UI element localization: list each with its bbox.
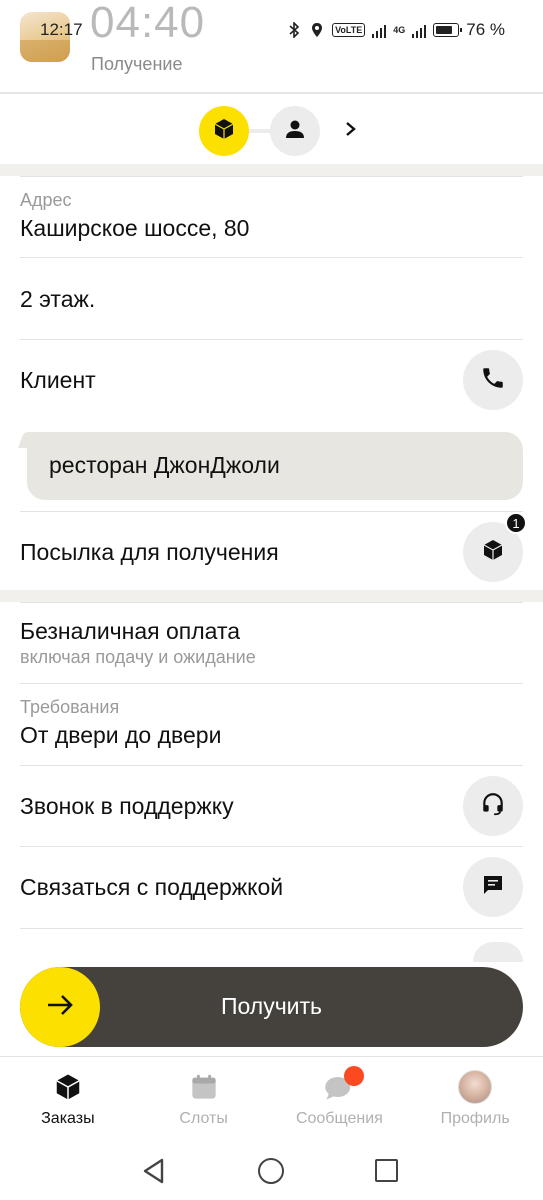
support-call-label: Звонок в поддержку xyxy=(20,793,234,819)
chat-icon xyxy=(481,873,505,902)
phone-icon xyxy=(480,365,506,396)
client-comment: ресторан ДжонДжоли xyxy=(49,452,280,478)
cargo-box-icon xyxy=(481,538,505,567)
status-time: 12:17 xyxy=(40,20,83,39)
avatar-wrap xyxy=(458,1070,493,1104)
client-row: Клиент xyxy=(20,350,523,410)
divider xyxy=(20,765,523,766)
location-icon xyxy=(309,22,325,38)
requirements-row: Требования От двери до двери xyxy=(20,697,523,749)
back-icon[interactable] xyxy=(142,1158,166,1189)
clock-overlay: 04:40 xyxy=(90,0,206,47)
nav-orders[interactable]: Заказы xyxy=(0,1064,136,1140)
support-call-button[interactable] xyxy=(463,776,523,836)
section-band xyxy=(0,164,543,176)
battery-icon xyxy=(433,23,463,37)
signal-icon-2 xyxy=(412,22,427,38)
battery-level: 76 % xyxy=(466,20,505,39)
divider xyxy=(0,1056,543,1057)
network-type: 4G xyxy=(393,25,406,35)
support-call-row[interactable]: Звонок в поддержку xyxy=(20,776,523,836)
address-label: Адрес xyxy=(20,190,72,210)
step-cargo[interactable] xyxy=(199,106,249,156)
support-chat-label: Связаться с поддержкой xyxy=(20,874,284,900)
nav-messages-label: Сообщения xyxy=(295,1110,383,1127)
client-comment-bubble: ресторан ДжонДжоли xyxy=(27,432,523,500)
address-value: Каширское шоссе, 80 xyxy=(20,215,250,241)
nav-profile[interactable]: Профиль xyxy=(407,1064,543,1140)
calendar-icon xyxy=(187,1070,221,1104)
divider xyxy=(20,257,523,258)
order-stepper xyxy=(0,104,543,158)
system-nav-bar xyxy=(0,1146,543,1196)
support-chat-button[interactable] xyxy=(463,857,523,917)
nav-messages[interactable]: Сообщения xyxy=(272,1064,408,1140)
bluetooth-icon xyxy=(286,22,302,38)
support-chat-row[interactable]: Связаться с поддержкой xyxy=(20,857,523,917)
call-client-button[interactable] xyxy=(463,350,523,410)
parcel-count-badge: 1 xyxy=(505,512,527,534)
payment-row: Безналичная оплата включая подачу и ожид… xyxy=(20,618,523,668)
nav-orders-label: Заказы xyxy=(41,1110,95,1127)
arrow-right-icon xyxy=(45,993,75,1022)
divider xyxy=(20,176,523,177)
bottom-nav: Заказы Слоты Сообщения Профиль xyxy=(0,1064,543,1140)
address-row[interactable]: Адрес Каширское шоссе, 80 xyxy=(20,190,523,242)
section-band xyxy=(0,590,543,602)
step-client[interactable] xyxy=(270,106,320,156)
unread-dot xyxy=(344,1066,365,1086)
signal-icon xyxy=(372,22,387,38)
cargo-box-icon xyxy=(212,117,236,146)
orders-icon xyxy=(51,1070,85,1104)
avatar xyxy=(458,1070,493,1104)
divider xyxy=(20,602,523,603)
floor-value: 2 этаж. xyxy=(20,286,96,312)
screen-subtitle: Получение xyxy=(91,54,183,74)
parcel-label: Посылка для получения xyxy=(20,539,279,565)
person-icon xyxy=(283,117,307,146)
recent-apps-icon[interactable] xyxy=(375,1159,398,1182)
divider xyxy=(20,683,523,684)
divider xyxy=(20,511,523,512)
receive-slider[interactable]: Получить xyxy=(20,967,523,1047)
messages-icon xyxy=(322,1066,365,1104)
divider xyxy=(20,928,523,929)
requirements-value: От двери до двери xyxy=(20,722,222,748)
volte-badge: VoLTE xyxy=(332,23,366,37)
chevron-right-icon xyxy=(344,121,358,142)
requirements-label: Требования xyxy=(20,697,120,717)
status-icons: VoLTE 4G 76 % xyxy=(286,20,505,40)
nav-profile-label: Профиль xyxy=(440,1110,510,1127)
parcel-row[interactable]: Посылка для получения 1 xyxy=(20,512,527,582)
divider xyxy=(0,92,543,94)
divider xyxy=(20,846,523,847)
floor-row: 2 этаж. xyxy=(20,286,523,313)
status-bar: 12:17 04:40 Получение VoLTE 4G 76 % xyxy=(0,0,543,74)
nav-slots[interactable]: Слоты xyxy=(136,1064,272,1140)
home-icon[interactable] xyxy=(258,1158,284,1184)
next-step-button[interactable] xyxy=(338,118,364,144)
partial-round-button xyxy=(473,942,523,962)
receive-slider-knob[interactable] xyxy=(20,967,100,1047)
parcel-button[interactable]: 1 xyxy=(463,512,527,582)
headset-icon xyxy=(480,791,506,822)
payment-title: Безналичная оплата xyxy=(20,618,241,644)
payment-subtitle: включая подачу и ожидание xyxy=(20,647,256,667)
client-label: Клиент xyxy=(20,367,96,393)
step-connector xyxy=(249,129,271,133)
divider xyxy=(20,339,523,340)
nav-slots-label: Слоты xyxy=(179,1110,228,1127)
